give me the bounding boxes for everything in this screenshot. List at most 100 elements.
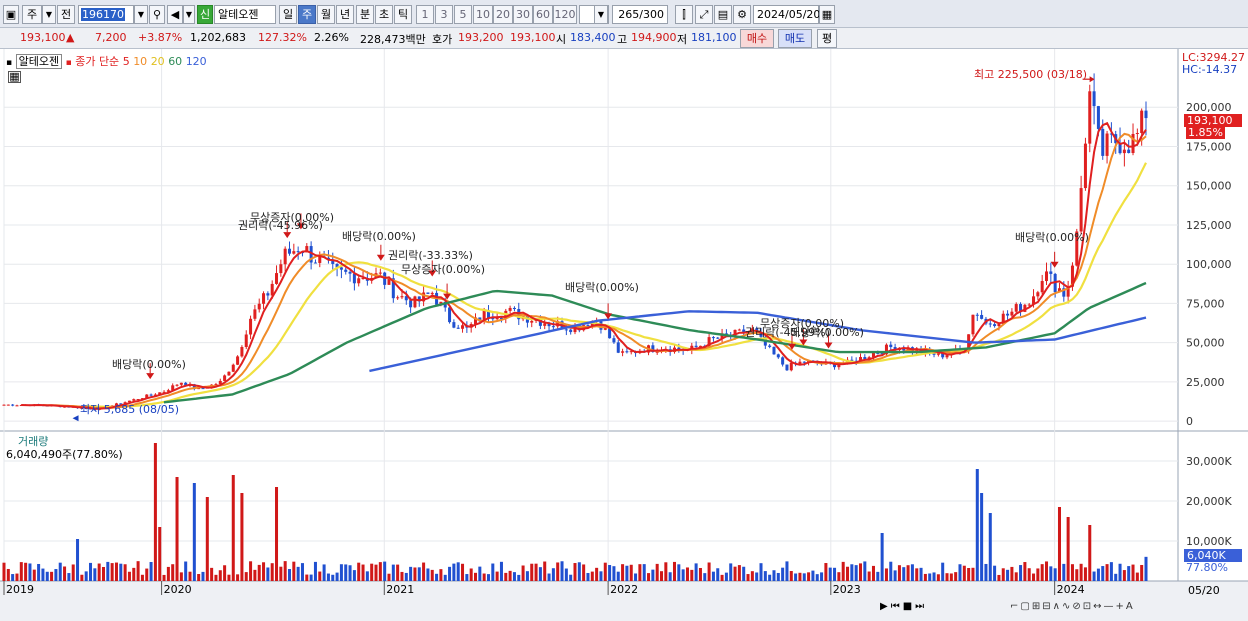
tool-icon[interactable]: ⊞ <box>1032 601 1042 612</box>
candle-body <box>603 328 607 330</box>
candle-body <box>988 323 992 325</box>
volume-bar <box>430 569 434 581</box>
tool-icon[interactable]: ↔ <box>1093 601 1103 612</box>
candle-icon[interactable]: ⫿ <box>675 5 693 24</box>
count-total: /300 <box>639 8 664 21</box>
count-field[interactable]: 265/300 <box>612 5 668 24</box>
eval-button[interactable]: 평 <box>817 29 837 48</box>
volume-bar <box>941 562 945 581</box>
scroll-nav[interactable]: ▶⏮■⏭ <box>880 601 927 612</box>
interval-1[interactable]: 1 <box>416 5 434 24</box>
speaker-dropdown-icon[interactable]: ▼ <box>183 5 195 24</box>
candle-body <box>344 269 348 272</box>
volume-bar <box>443 574 447 581</box>
interval-5[interactable]: 5 <box>454 5 472 24</box>
period-year[interactable]: 년 <box>336 5 354 24</box>
drawing-tools[interactable]: ⌐▢⊞⊟∧∿⊘⊡↔—+A <box>1010 601 1135 612</box>
interval-60[interactable]: 60 <box>533 5 553 24</box>
play-icon[interactable]: ▶ <box>880 601 891 612</box>
line-tool-icon[interactable]: ⤢ <box>695 5 713 24</box>
period-month[interactable]: 월 <box>317 5 335 24</box>
event-annotation: 권리락(-45.96%) <box>238 219 323 232</box>
period-second[interactable]: 초 <box>375 5 393 24</box>
volume-bar <box>634 573 638 581</box>
zoom-out-icon[interactable]: — <box>1104 601 1116 612</box>
tool-icon[interactable]: ∧ <box>1053 601 1062 612</box>
forward-icon[interactable]: ⏭ <box>915 601 927 612</box>
code-dropdown-icon[interactable]: ▼ <box>134 5 148 24</box>
gear-icon[interactable]: ⚙ <box>733 5 751 24</box>
candle-body <box>378 272 382 274</box>
stock-chart[interactable]: 0 25,000 50,000 75,000 100,000 125,000 150,000… <box>0 49 1248 621</box>
sell-button[interactable]: 매도 <box>778 29 812 48</box>
code-input[interactable]: 196170 <box>78 5 134 24</box>
interval-30[interactable]: 30 <box>513 5 533 24</box>
tool-icon[interactable]: ⌐ <box>1010 601 1020 612</box>
candle-body <box>262 293 266 304</box>
prev-button[interactable]: 전 <box>57 5 75 24</box>
candle-body <box>1010 311 1014 316</box>
interval-dropdown-icon[interactable]: ▼ <box>594 5 608 24</box>
volume-bar <box>205 497 209 581</box>
candle-body <box>1079 188 1083 232</box>
market-select[interactable]: 주 <box>22 5 42 24</box>
volume-bar <box>880 533 884 581</box>
chevron-down-icon[interactable]: ▼ <box>42 5 56 24</box>
candle-body <box>296 251 300 253</box>
candle-body <box>348 271 352 274</box>
period-week[interactable]: 주 <box>298 5 316 24</box>
speaker-icon[interactable]: ◀ <box>167 5 183 24</box>
volume-bar <box>854 565 858 581</box>
tool-icon[interactable]: ▢ <box>1020 601 1031 612</box>
x-tick-label: 2019 <box>6 583 34 596</box>
candle-body <box>612 338 616 343</box>
window-icon[interactable]: ▣ <box>3 5 19 24</box>
open-label: 시 <box>556 33 567 46</box>
volume-bar <box>949 573 953 581</box>
zoom-in-icon[interactable]: + <box>1116 601 1126 612</box>
rewind-icon[interactable]: ⏮ <box>891 601 903 612</box>
volume-bar <box>1070 564 1074 581</box>
period-minute[interactable]: 분 <box>356 5 374 24</box>
interval-10[interactable]: 10 <box>473 5 493 24</box>
volume-bar <box>140 574 144 581</box>
interval-20[interactable]: 20 <box>493 5 513 24</box>
interval-3[interactable]: 3 <box>435 5 453 24</box>
chart-area[interactable]: 0 25,000 50,000 75,000 100,000 125,000 150,000… <box>0 49 1248 621</box>
interval-120[interactable]: 120 <box>553 5 577 24</box>
save-icon[interactable]: ▤ <box>714 5 732 24</box>
volume-bar <box>179 572 183 581</box>
volume-bar <box>45 571 49 581</box>
grid-icon[interactable]: ▦ <box>8 71 21 83</box>
candle-body <box>279 264 283 274</box>
volume-bar <box>677 564 681 581</box>
font-size-icon[interactable]: A <box>1126 601 1135 612</box>
stock-name-field[interactable]: 알테오젠 <box>214 5 276 24</box>
event-annotation: 배당락(0.00%) <box>565 281 639 294</box>
search-icon[interactable]: ⚲ <box>149 5 165 24</box>
volume-tick-label: 20,000K <box>1186 495 1232 508</box>
tool-icon[interactable]: ⊘ <box>1072 601 1082 612</box>
volume-bar <box>11 574 15 581</box>
period-day[interactable]: 일 <box>279 5 297 24</box>
volume-bar <box>1075 569 1079 581</box>
buy-button[interactable]: 매수 <box>740 29 774 48</box>
candle-body <box>227 371 231 376</box>
volume-bar <box>1010 566 1014 581</box>
candle-body <box>257 303 261 310</box>
calendar-icon[interactable]: ▦ <box>819 5 835 24</box>
tool-icon[interactable]: ⊡ <box>1083 601 1093 612</box>
volume-bar <box>694 563 698 581</box>
tool-icon[interactable]: ∿ <box>1062 601 1072 612</box>
volume-bar <box>647 573 651 581</box>
volume-bar <box>37 563 41 581</box>
stop-icon[interactable]: ■ <box>903 601 915 612</box>
volume-bar <box>910 564 914 581</box>
period-tick[interactable]: 틱 <box>394 5 412 24</box>
volume-bar <box>67 573 71 581</box>
volume-bar <box>32 569 36 581</box>
volume-bar <box>322 564 326 581</box>
date-field[interactable]: 2024/05/20 <box>753 5 820 24</box>
volume-bar <box>171 564 175 581</box>
tool-icon[interactable]: ⊟ <box>1042 601 1052 612</box>
